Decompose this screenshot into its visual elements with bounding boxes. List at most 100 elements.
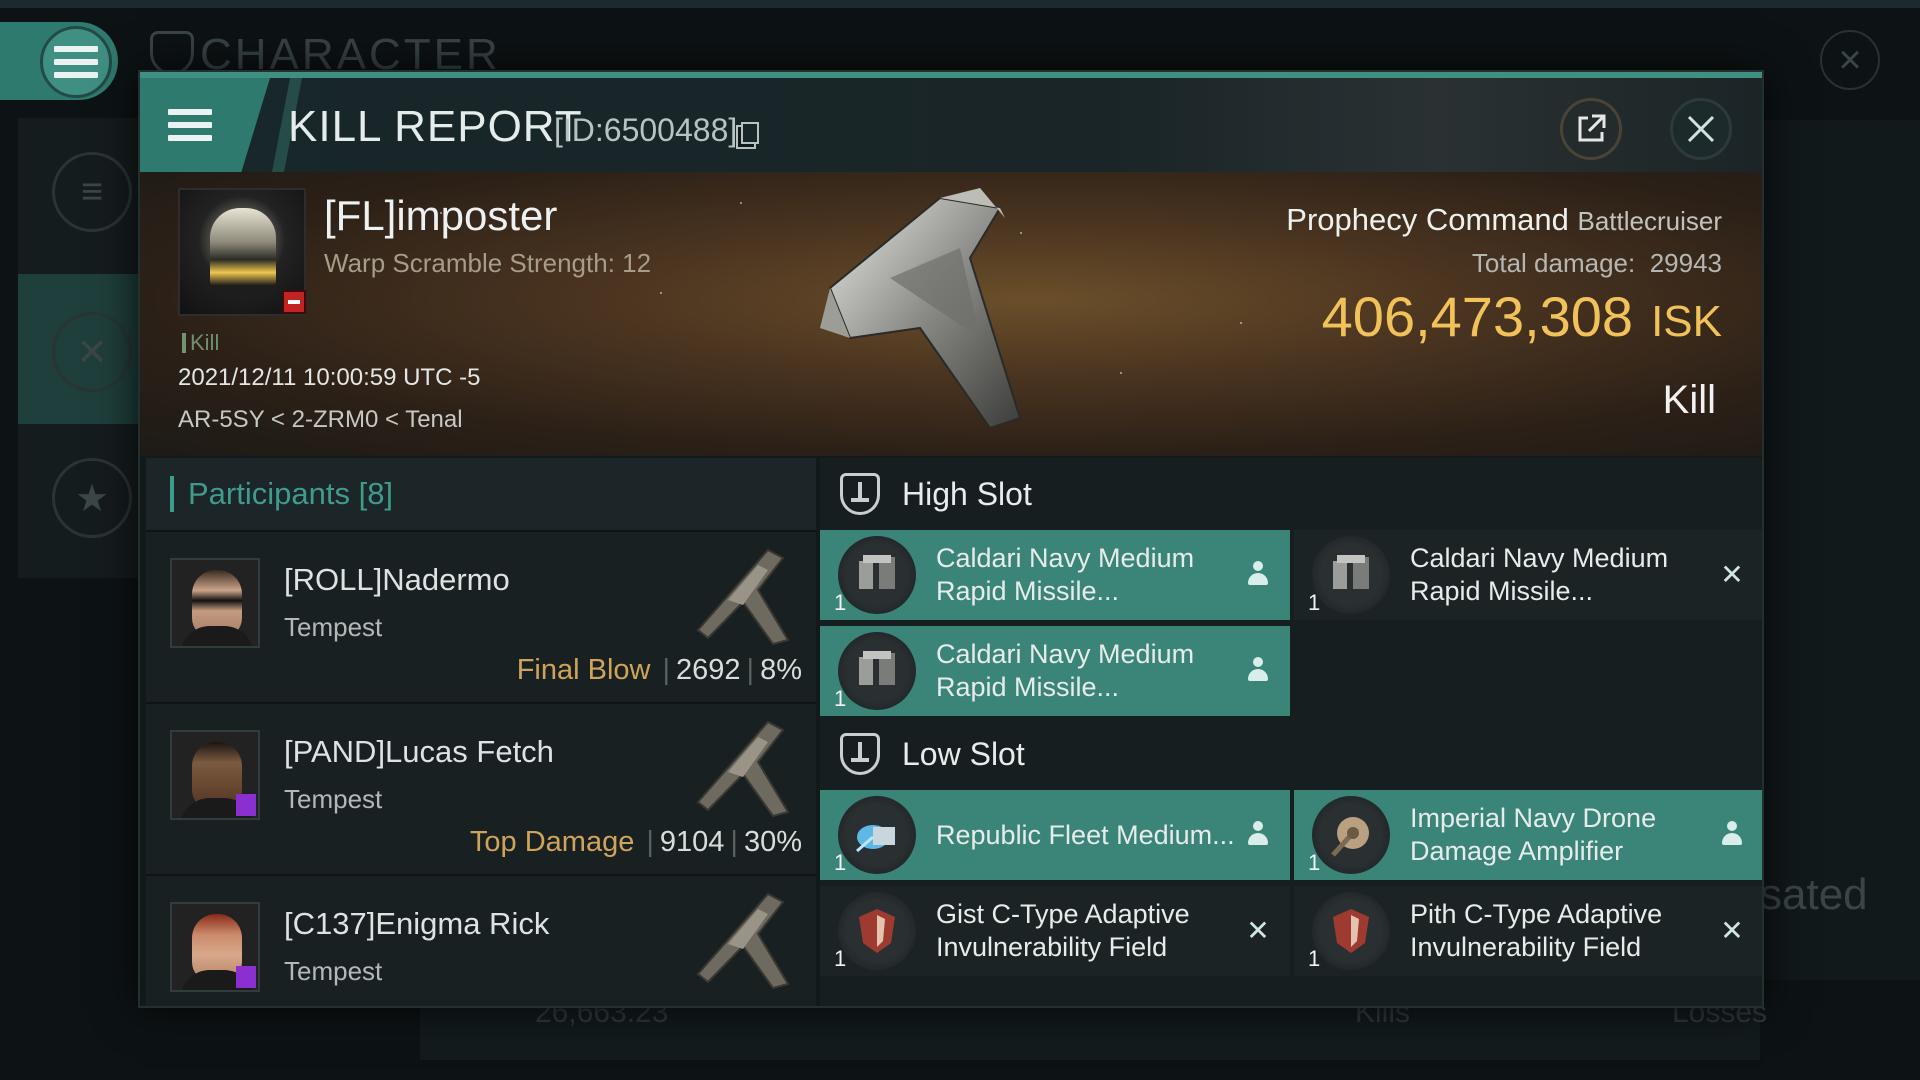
isk-unit: ISK [1651, 297, 1722, 346]
top-damage-tag: Top Damage [469, 826, 635, 858]
victim-name[interactable]: [FL]imposter [324, 192, 557, 240]
avatar [170, 730, 260, 820]
kill-location[interactable]: AR-5SY < 2-ZRM0 < Tenal [178, 406, 463, 434]
final-blow-tag: Final Blow [516, 654, 651, 686]
participant-damage: 9104 [659, 826, 725, 858]
kill-id-text: [ID:6500488] [554, 112, 738, 148]
module-qty: 1 [834, 946, 847, 971]
avatar [170, 558, 260, 648]
module-item[interactable]: 1 Pith C-Type Adaptive Invulnerability F… [1294, 886, 1762, 976]
module-name: Gist C-Type Adaptive Invulnerability Fie… [936, 899, 1190, 962]
participant-stats: Top Damage | 9104 | 30% [469, 826, 802, 858]
kill-result: Kill [1662, 378, 1716, 422]
victim-banner: [FL]imposter Warp Scramble Strength: 12 … [140, 172, 1762, 456]
module-item[interactable]: 1 Gist C-Type Adaptive Invulnerability F… [820, 886, 1290, 976]
kill-type-tag: Kill [182, 330, 219, 356]
participant-name: [ROLL]Nadermo [284, 562, 510, 597]
background-close-icon[interactable]: × [1820, 30, 1880, 90]
background-top-bar [0, 0, 1920, 8]
module-item[interactable]: 1 Caldari Navy Medium Rapid Missile... [820, 626, 1290, 716]
kill-id: [ID:6500488] [554, 112, 760, 149]
participant-name: [C137]Enigma Rick [284, 906, 550, 941]
destroyed-x-icon: ✕ [1720, 914, 1744, 946]
crossed-swords-icon[interactable]: ✕ [52, 312, 132, 392]
main-menu-button[interactable] [0, 22, 118, 100]
background-right-text: sated [1760, 870, 1868, 919]
invulnerability-field-icon [838, 892, 916, 970]
isk-value: 406,473,308 ISK [1321, 285, 1722, 348]
module-item[interactable]: 1 Caldari Navy Medium Rapid Missile... ✕ [1294, 530, 1762, 620]
kill-report-modal: KILL REPORT [ID:6500488] [FL]imposter Wa… [138, 70, 1764, 1008]
fitting-panel: High Slot 1 Caldari Navy Medium Rapid Mi… [820, 458, 1762, 1006]
kill-datetime: 2021/12/11 10:00:59 UTC -5 [178, 364, 481, 391]
share-button[interactable] [1560, 98, 1622, 160]
participant-name: [PAND]Lucas Fetch [284, 734, 554, 769]
victim-ship-name[interactable]: Prophecy Command Battlecruiser [1286, 202, 1722, 238]
module-name: Caldari Navy Medium Rapid Missile... [936, 639, 1195, 702]
close-icon [1687, 115, 1715, 143]
list-icon[interactable]: ≡ [52, 152, 132, 232]
avatar [170, 902, 260, 992]
drone-damage-amplifier-icon [1312, 796, 1390, 874]
low-slot-icon [840, 733, 880, 775]
participants-header[interactable]: Participants [8] [146, 458, 816, 530]
missile-launcher-icon [1312, 536, 1390, 614]
background-left-nav: ≡ ✕ ★ [18, 118, 138, 578]
menu-icon [40, 26, 112, 98]
destroyed-x-icon: ✕ [1720, 558, 1744, 590]
low-slot-header: Low Slot [840, 718, 1025, 790]
high-slot-header: High Slot [840, 458, 1032, 530]
participant-row[interactable]: [PAND]Lucas Fetch Tempest Top Damage | 910… [146, 702, 816, 874]
kill-report-menu-button[interactable] [140, 78, 270, 172]
participants-panel: Participants [8] [ROLL]Nadermo Tempest F… [146, 458, 816, 1006]
participant-ship: Tempest [284, 956, 383, 986]
pilot-icon [1244, 820, 1272, 848]
standing-badge-icon [282, 290, 306, 314]
victim-ship-class: Battlecruiser [1577, 206, 1723, 236]
participant-row[interactable]: [C137]Enigma Rick Tempest [146, 874, 816, 1006]
character-shield-icon [150, 31, 194, 75]
pilot-icon [1244, 560, 1272, 588]
participant-stats: Final Blow | 2692 | 8% [516, 654, 802, 686]
participant-damage: 2692 [676, 654, 741, 686]
participant-percent: 8% [760, 654, 802, 686]
module-name: Imperial Navy Drone Damage Amplifier [1410, 803, 1657, 866]
total-damage: Total damage: 29943 [1471, 248, 1722, 278]
copy-icon[interactable] [741, 122, 760, 144]
tempest-ship-icon [696, 548, 790, 646]
module-name: Caldari Navy Medium Rapid Missile... [936, 543, 1195, 606]
participant-ship: Tempest [284, 612, 383, 642]
hamburger-icon [168, 109, 212, 141]
tempest-ship-icon [696, 720, 790, 818]
share-icon [1578, 114, 1606, 142]
info-badge-icon [236, 966, 256, 988]
page-title: KILL REPORT [288, 102, 583, 151]
missile-launcher-icon [838, 536, 916, 614]
kill-report-header: KILL REPORT [ID:6500488] [140, 78, 1762, 172]
total-damage-value: 29943 [1649, 248, 1722, 278]
module-item[interactable]: 1 Imperial Navy Drone Damage Amplifier [1294, 790, 1762, 880]
close-button[interactable] [1670, 98, 1732, 160]
module-qty: 1 [1308, 850, 1321, 875]
module-qty: 1 [834, 590, 847, 615]
victim-ship-image[interactable] [790, 178, 1050, 448]
destroyed-x-icon: ✕ [1246, 914, 1270, 946]
tempest-ship-icon [696, 892, 790, 990]
participant-row[interactable]: [ROLL]Nadermo Tempest Final Blow | 2692 | 8% [146, 530, 816, 702]
module-item[interactable]: 1 Republic Fleet Medium... [820, 790, 1290, 880]
module-qty: 1 [834, 850, 847, 875]
info-badge-icon [236, 794, 256, 816]
module-name: Caldari Navy Medium Rapid Missile... [1410, 543, 1669, 606]
missile-launcher-icon [838, 632, 916, 710]
module-item[interactable]: 1 Caldari Navy Medium Rapid Missile... [820, 530, 1290, 620]
high-slot-icon [840, 473, 880, 515]
pilot-icon [1244, 656, 1272, 684]
pilot-icon [1718, 820, 1746, 848]
victim-subtitle: Warp Scramble Strength: 12 [324, 248, 652, 278]
ballistic-control-icon [838, 796, 916, 874]
participant-percent: 30% [743, 826, 802, 858]
module-name: Republic Fleet Medium... [936, 819, 1235, 850]
module-qty: 1 [834, 686, 847, 711]
background-right-panel [1760, 120, 1920, 980]
star-icon[interactable]: ★ [52, 458, 132, 538]
